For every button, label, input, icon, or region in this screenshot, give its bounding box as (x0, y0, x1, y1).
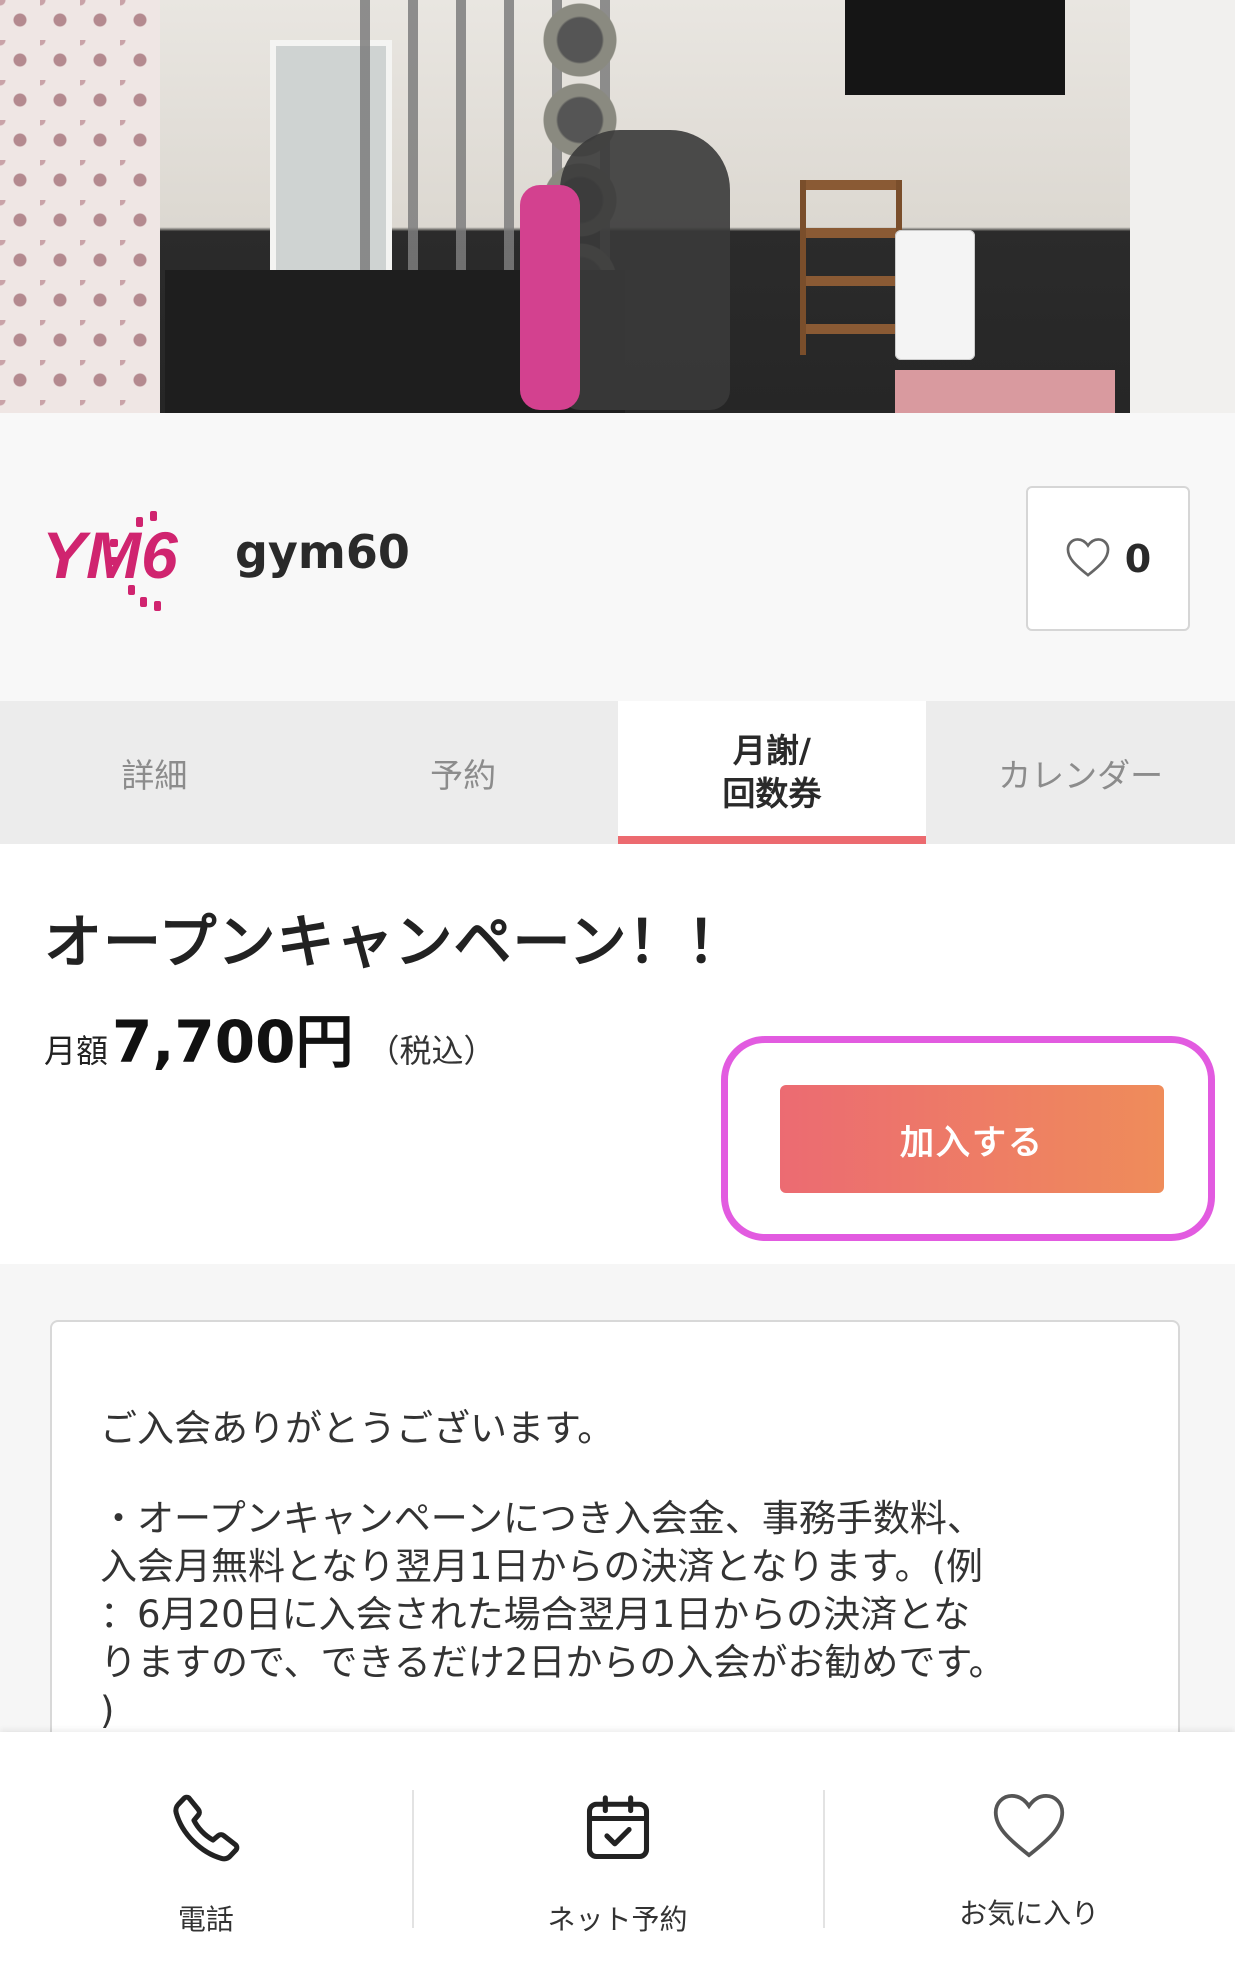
favorite-count: 0 (1124, 536, 1152, 581)
tab-label: 月謝/ 回数券 (722, 730, 822, 813)
description-greeting: ご入会ありがとうございます。 (100, 1407, 615, 1450)
tab-details[interactable]: 詳細 (0, 701, 309, 844)
join-button[interactable]: 加入する (780, 1085, 1164, 1193)
tab-label: 予約 (430, 755, 497, 795)
price-row: 月額 7,700円 （税込） (44, 995, 496, 1079)
calendar-check-icon (580, 1790, 656, 1870)
description-body: ・オープンキャンペーンにつき入会金、事務手数料、 入会月無料となり翌月1日からの… (100, 1497, 1006, 1732)
price-amount: 7,700円 (112, 1008, 354, 1076)
nav-online-reservation-label: ネット予約 (547, 1903, 688, 1936)
heart-icon (991, 1790, 1067, 1864)
nav-phone-label: 電話 (177, 1903, 234, 1936)
nav-favorites-label: お気に入り (959, 1897, 1100, 1930)
gym-photo (0, 0, 1235, 413)
nav-phone[interactable]: 電話 (0, 1732, 412, 1972)
svg-text:YM6: YM6 (42, 518, 179, 592)
nav-favorites[interactable]: お気に入り (823, 1732, 1235, 1972)
plan-title: オープンキャンペーン！！ (44, 908, 746, 976)
price-tax: （税込） (367, 1032, 496, 1070)
heart-icon (1065, 536, 1111, 582)
tab-label: カレンダー (998, 755, 1164, 795)
favorite-button[interactable]: 0 (1026, 486, 1190, 631)
bottom-nav: 電話 ネット予約 お気に入り (0, 1732, 1235, 1972)
tab-tickets[interactable]: 月謝/ 回数券 (617, 701, 927, 844)
price-label: 月額 (44, 1032, 109, 1070)
tab-bar: 詳細 予約 月謝/ 回数券 カレンダー (0, 701, 1235, 844)
phone-icon (168, 1790, 244, 1870)
tab-label: 詳細 (121, 755, 188, 795)
tab-reservation[interactable]: 予約 (309, 701, 618, 844)
store-name: gym60 (235, 525, 410, 579)
tab-calendar[interactable]: カレンダー (926, 701, 1235, 844)
store-logo: YM6 (40, 505, 190, 615)
description-text: ご入会ありがとうございます。 ・オープンキャンペーンにつき入会金、事務手数料、 … (100, 1405, 1130, 1777)
nav-online-reservation[interactable]: ネット予約 (411, 1732, 824, 1972)
